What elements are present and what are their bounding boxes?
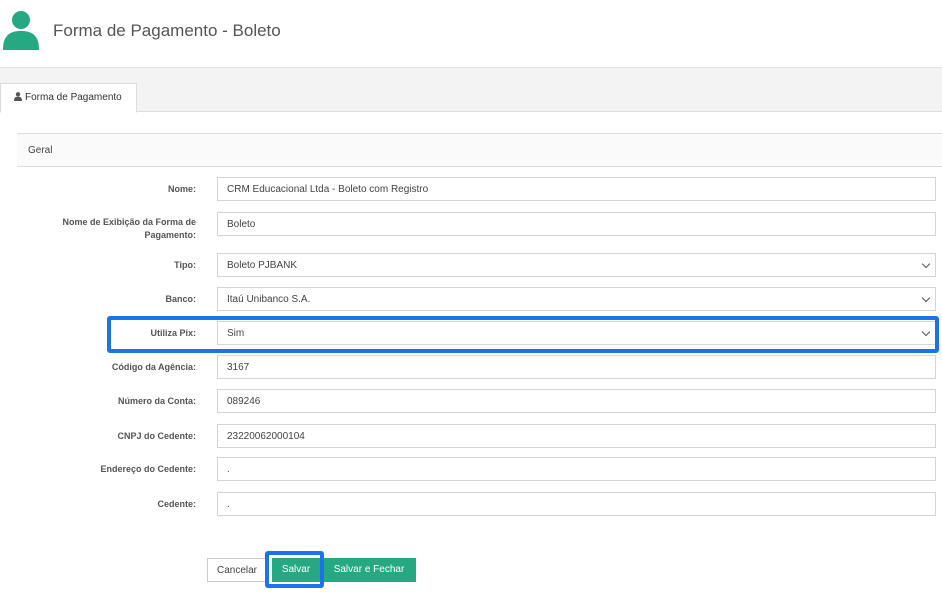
cancel-button[interactable]: Cancelar [207,558,267,582]
conta-label: Número da Conta: [117,396,196,406]
tipo-label: Tipo: [174,260,196,270]
user-avatar-icon [3,11,39,50]
cedente-input[interactable]: . [217,492,936,516]
banco-select[interactable]: Itaú Unibanco S.A. [217,287,936,311]
cnpj-label: CNPJ do Cedente: [117,431,196,441]
section-geral: Geral [17,133,942,167]
nome-label: Nome: [167,184,196,194]
tab-bar: Forma de Pagamento [0,68,942,113]
page-title: Forma de Pagamento - Boleto [53,21,281,40]
nome-input[interactable]: CRM Educacional Ltda - Boleto com Regist… [217,177,936,201]
tab-forma-de-pagamento[interactable]: Forma de Pagamento [0,83,137,113]
nome-exibicao-label: Nome de Exibição da Forma de Pagamento: [62,217,196,240]
save-and-close-button[interactable]: Salvar e Fechar [322,558,416,582]
tab-label: Forma de Pagamento [25,92,122,103]
section-title: Geral [28,145,53,156]
agencia-label: Código da Agência: [111,362,196,372]
conta-input[interactable]: 089246 [217,389,936,413]
page-header: Forma de Pagamento - Boleto [0,0,942,68]
tipo-select[interactable]: Boleto PJBANK [217,253,936,277]
highlight-utiliza-pix [107,316,939,353]
cedente-label: Cedente: [157,499,196,509]
endereco-input[interactable]: . [217,457,936,481]
banco-label: Banco: [165,294,196,304]
highlight-save-button [265,551,324,588]
nome-exibicao-input[interactable]: Boleto [217,212,936,236]
user-icon [14,92,22,101]
cnpj-input[interactable]: 23220062000104 [217,424,936,448]
endereco-label: Endereço do Cedente: [100,464,196,474]
agencia-input[interactable]: 3167 [217,355,936,379]
